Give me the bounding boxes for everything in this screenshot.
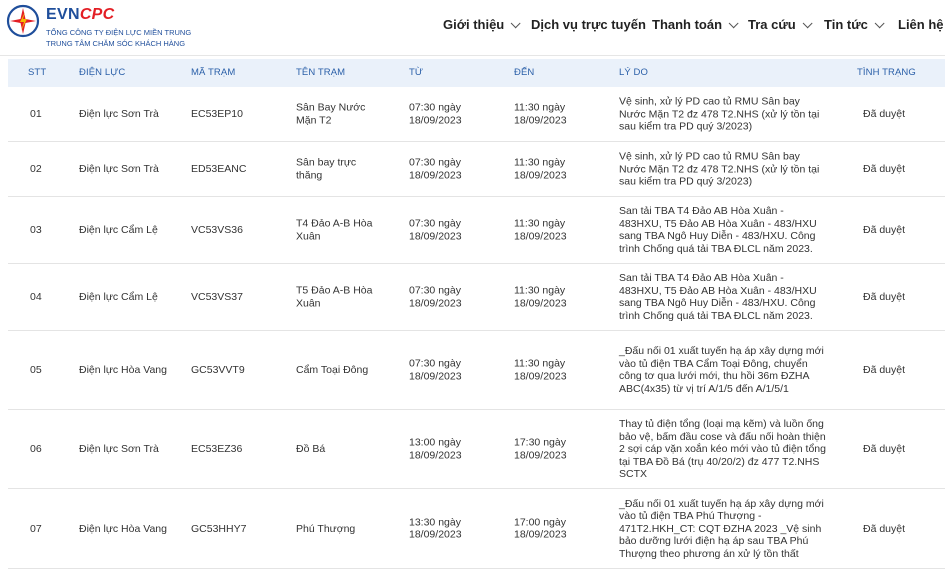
cell-den: 11:30 ngày 18/09/2023 [514,101,567,127]
cell-ly-do: _Đấu nối 01 xuất tuyến hạ áp xây dựng mớ… [619,497,824,560]
nav-item-lien-he[interactable]: Liên hệ [898,17,944,32]
cell-den: 17:00 ngày 18/09/2023 [514,516,567,541]
cell-ly-do: Vệ sinh, xử lý PD cao tủ RMU Sân bay Nướ… [619,95,820,133]
col-header-tu: TỪ [409,67,424,78]
cell-ma-tram: VC53VS37 [191,290,243,303]
cell-ma-tram: GC53HHY7 [191,522,247,535]
col-header-ma-tram: MÃ TRẠM [191,67,236,78]
cell-tu: 07:30 ngày 18/09/2023 [409,156,462,182]
nav-item-tra-cuu[interactable]: Tra cứu [748,17,813,32]
cell-ten-tram: Sân bay trực thăng [296,156,357,182]
cell-ma-tram: EC53EP10 [191,107,243,120]
cell-ly-do: San tải TBA T4 Đảo AB Hòa Xuân - 483HXU,… [619,205,817,255]
table-row: 06 Điện lực Sơn Trà EC53EZ36 Đồ Bá 13:00 ngà… [8,410,945,489]
cell-tu: 07:30 ngày 18/09/2023 [409,284,462,310]
cell-den: 11:30 ngày 18/09/2023 [514,284,567,310]
cell-ma-tram: VC53VS36 [191,223,243,236]
cell-tinh-trang: Đã duyệt [863,522,906,535]
col-header-dien-luc: ĐIỆN LỰC [79,67,126,78]
col-header-stt: STT [28,67,47,78]
cell-den: 17:30 ngày 18/09/2023 [514,436,567,462]
cell-tu: 13:00 ngày 18/09/2023 [409,436,462,462]
nav-item-tin-tuc[interactable]: Tin tức [824,17,885,32]
cell-tinh-trang: Đã duyệt [863,442,906,455]
col-header-ly-do: LÝ DO [619,67,649,78]
cell-stt: 03 [30,223,42,236]
chevron-down-icon [802,18,813,29]
cell-ten-tram: T5 Đảo A-B Hòa Xuân [296,284,373,310]
table-row: 05 Điện lực Hòa Vang GC53VVT9 Cẩm Toại Đông… [8,331,945,410]
cell-stt: 05 [30,363,42,376]
cell-tu: 13:30 ngày 18/09/2023 [409,516,462,541]
table-row: 04 Điện lực Cẩm Lệ VC53VS37 T5 Đảo A-B Hòa … [8,264,945,331]
table-header: STT ĐIỆN LỰC MÃ TRẠM TÊN TRẠM TỪ ĐẾN LÝ … [8,59,945,87]
cell-tinh-trang: Đã duyệt [863,290,906,303]
nav-item-dich-vu[interactable]: Dịch vụ trực tuyến [531,17,646,32]
col-header-tinh-trang: TÌNH TRẠNG [857,67,916,78]
cell-ten-tram: Cẩm Toại Đông [296,363,369,376]
cell-ten-tram: T4 Đảo A-B Hòa Xuân [296,217,373,243]
cell-stt: 07 [30,522,42,535]
cell-den: 11:30 ngày 18/09/2023 [514,156,567,182]
cell-ma-tram: EC53EZ36 [191,442,243,455]
cell-stt: 02 [30,162,42,175]
table-row: 01 Điện lực Sơn Trà EC53EP10 Sân Bay Nước M… [8,87,945,142]
cell-dien-luc: Điện lực Sơn Trà [79,107,159,120]
cell-stt: 01 [30,107,42,120]
cell-ten-tram: Sân Bay Nước Mặn T2 [296,101,366,127]
cell-ly-do: Thay tủ điện tổng (loại mạ kẽm) và luồn … [619,417,826,480]
cell-tu: 07:30 ngày 18/09/2023 [409,101,462,127]
cell-ten-tram: Đồ Bá [296,442,326,455]
chevron-down-icon [874,18,885,29]
col-header-den: ĐẾN [514,67,535,78]
table-row: 02 Điện lực Sơn Trà ED53EANC Sân bay trực t… [8,142,945,197]
col-header-ten-tram: TÊN TRẠM [296,67,346,78]
cell-dien-luc: Điện lực Cẩm Lệ [79,223,158,236]
cell-ly-do: Vệ sinh, xử lý PD cao tủ RMU Sân bay Nướ… [619,150,820,188]
nav-item-thanh-toan[interactable]: Thanh toán [652,17,739,32]
cell-dien-luc: Điện lực Sơn Trà [79,162,159,175]
table-row: 03 Điện lực Cẩm Lệ VC53VS36 T4 Đảo A-B Hòa … [8,197,945,264]
cell-tu: 07:30 ngày 18/09/2023 [409,217,462,243]
nav-item-gioi-thieu[interactable]: Giới thiệu [443,17,521,32]
cell-ten-tram: Phú Thượng [296,522,356,535]
cell-dien-luc: Điện lực Hòa Vang [79,363,167,376]
main-nav: Giới thiệu Dịch vụ trực tuyến Thanh toán… [0,0,945,50]
cell-tinh-trang: Đã duyệt [863,363,906,376]
cell-stt: 04 [30,290,42,303]
chevron-down-icon [728,18,739,29]
cell-ly-do: San tải TBA T4 Đảo AB Hòa Xuân - 483HXU,… [619,272,817,322]
cell-ma-tram: ED53EANC [191,162,247,175]
chevron-down-icon [510,18,521,29]
cell-tinh-trang: Đã duyệt [863,107,906,120]
cell-ma-tram: GC53VVT9 [191,363,245,376]
cell-tinh-trang: Đã duyệt [863,223,906,236]
cell-dien-luc: Điện lực Cẩm Lệ [79,290,158,303]
site-header: EVNCPC TỔNG CÔNG TY ĐIỆN LỰC MIỀN TRUNG … [0,0,945,56]
cell-den: 11:30 ngày 18/09/2023 [514,357,567,383]
cell-dien-luc: Điện lực Hòa Vang [79,522,167,535]
cell-tinh-trang: Đã duyệt [863,162,906,175]
cell-dien-luc: Điện lực Sơn Trà [79,442,159,455]
cell-tu: 07:30 ngày 18/09/2023 [409,357,462,383]
table-row: 07 Điện lực Hòa Vang GC53HHY7 Phú Thượng 13:… [8,489,945,569]
cell-den: 11:30 ngày 18/09/2023 [514,217,567,243]
cell-ly-do: _Đấu nối 01 xuất tuyến hạ áp xây dựng mớ… [619,345,824,395]
cell-stt: 06 [30,442,42,455]
